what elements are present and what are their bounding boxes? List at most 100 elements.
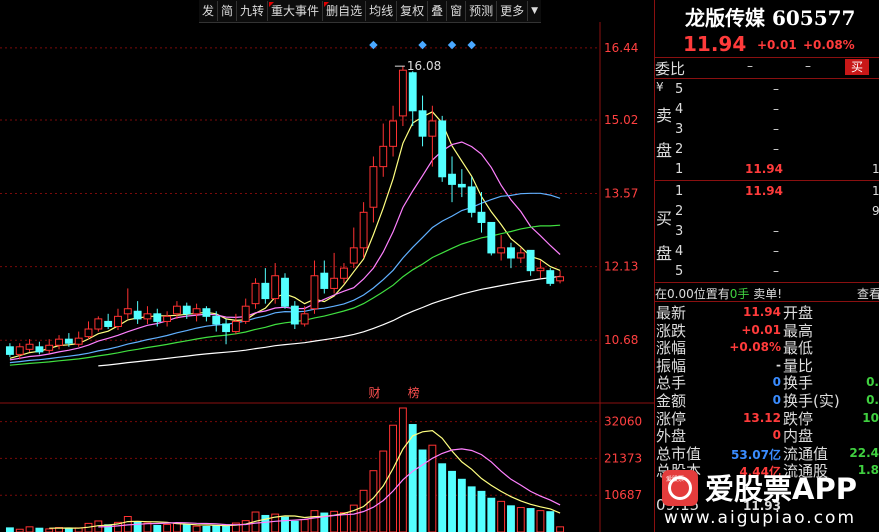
- volume-bar: [241, 520, 250, 532]
- price-tick-label: 15.02: [604, 113, 638, 127]
- divider: [655, 180, 879, 181]
- volume-bar: [556, 526, 565, 532]
- toolbar-adjust-button[interactable]: 复权: [397, 1, 429, 21]
- candle: [25, 343, 34, 350]
- kline-chart[interactable]: 16.44 15.02 13.57 12.13 10.68 32060 21373 10687…: [0, 0, 654, 532]
- buy-level-volume: 1: [872, 184, 879, 198]
- sell-level-price[interactable]: 11.94: [745, 162, 783, 176]
- candle: [261, 282, 270, 300]
- volume-bar: [5, 527, 14, 532]
- volume-bar: [546, 511, 555, 532]
- view-link[interactable]: 查看: [857, 285, 879, 302]
- volume-tick-label: 10687: [604, 488, 642, 502]
- stock-terminal-window: 16.44 15.02 13.57 12.13 10.68 32060 21373 10687…: [0, 0, 879, 532]
- stock-code: 605577: [771, 6, 856, 30]
- stat-value: 53.07亿: [731, 447, 781, 462]
- high-price-label: 16.08: [407, 59, 441, 73]
- stat-value: 13.12: [743, 410, 781, 425]
- sell-level-number: 2: [675, 142, 684, 157]
- candle: [349, 247, 358, 264]
- divider: [655, 78, 879, 79]
- stat-value: 11.94: [743, 305, 781, 319]
- candle: [398, 69, 407, 117]
- candle: [507, 247, 515, 259]
- volume-bar: [153, 524, 162, 532]
- volume-bar: [133, 521, 142, 532]
- candle: [516, 252, 525, 259]
- candle: [467, 186, 476, 213]
- candle: [546, 270, 555, 284]
- watermark-app-text: 爱股票APP: [705, 472, 857, 506]
- buy-level-number: 2: [675, 204, 684, 219]
- candle: [526, 249, 535, 272]
- candle: [281, 277, 289, 307]
- volume-bar: [172, 522, 181, 532]
- stat-value: +0.08%: [729, 340, 781, 355]
- candle: [153, 313, 162, 322]
- price-change: +0.01: [757, 38, 797, 52]
- volume-bar: [192, 525, 201, 532]
- divider: [655, 57, 879, 58]
- price-tick-label: 12.13: [604, 260, 638, 274]
- volume-bar: [516, 507, 525, 532]
- stat-value: -: [776, 357, 781, 372]
- volume-bar: [526, 508, 535, 532]
- volume-bar: [379, 450, 388, 532]
- toolbar-overlay-button[interactable]: 叠: [428, 1, 448, 21]
- volume-bar: [300, 519, 309, 532]
- volume-bar: [281, 516, 289, 532]
- volume-bar: [408, 424, 417, 532]
- candle: [104, 320, 113, 327]
- volume-bar: [64, 528, 73, 532]
- volume-bar: [340, 512, 348, 532]
- volume-bar: [536, 510, 545, 532]
- chart-toolbar: 发 简 九转 重大事件 删自选 均线 复权 叠 窗 预测 更多 ▼: [199, 0, 542, 23]
- yen-symbol: ¥: [656, 80, 664, 94]
- buy-side-label: 盘: [656, 244, 673, 263]
- candle: [300, 313, 309, 325]
- candle: [320, 272, 329, 289]
- toolbar-jiuzhuan-button[interactable]: 九转: [237, 1, 269, 21]
- event-marker-label: 榜: [408, 385, 420, 400]
- buy-level-number: 5: [675, 264, 684, 279]
- candle: [448, 173, 456, 185]
- sell-level-volume: –: [773, 82, 779, 96]
- candle: [163, 315, 172, 322]
- sell-level-number: 5: [675, 82, 684, 97]
- candle: [369, 166, 378, 208]
- price-tick-label: 10.68: [604, 333, 638, 347]
- buy-level-price[interactable]: 11.94: [745, 184, 783, 198]
- buy-button[interactable]: 买: [845, 59, 869, 75]
- toolbar-forecast-button[interactable]: 预测: [466, 1, 498, 21]
- candle: [271, 275, 280, 300]
- buy-level-volume: –: [773, 244, 779, 258]
- volume-bar: [398, 407, 407, 532]
- sell-level-number: 3: [675, 122, 684, 137]
- toolbar-dropdown-icon[interactable]: ▼: [528, 1, 541, 21]
- volume-bar: [182, 524, 191, 532]
- toolbar-major-events-button[interactable]: 重大事件: [268, 1, 324, 21]
- candle: [310, 275, 319, 310]
- volume-bar: [487, 497, 496, 532]
- candle: [438, 120, 447, 178]
- toolbar-publish-button[interactable]: 发: [199, 1, 219, 21]
- chart-background: [0, 0, 654, 532]
- toolbar-simple-button[interactable]: 简: [218, 1, 238, 21]
- sell-side-label: 卖: [656, 106, 673, 125]
- toolbar-more-button[interactable]: 更多: [497, 1, 529, 21]
- candle: [64, 338, 73, 344]
- candle: [497, 247, 506, 254]
- buy-level-number: 4: [675, 244, 684, 259]
- stat-value-2: 22.4: [849, 445, 879, 460]
- candle: [330, 277, 339, 289]
- volume-tick-label: 32060: [604, 415, 642, 429]
- candle: [212, 315, 221, 325]
- stat-value: 0: [772, 375, 781, 390]
- toolbar-window-button[interactable]: 窗: [447, 1, 467, 21]
- price-change-pct: +0.08%: [803, 38, 855, 52]
- sell-level-number: 4: [675, 102, 684, 117]
- toolbar-ma-button[interactable]: 均线: [366, 1, 398, 21]
- watermark-logo-icon: 爱股票: [662, 470, 698, 506]
- candle: [202, 308, 211, 317]
- toolbar-remove-watchlist-button[interactable]: 删自选: [323, 1, 367, 21]
